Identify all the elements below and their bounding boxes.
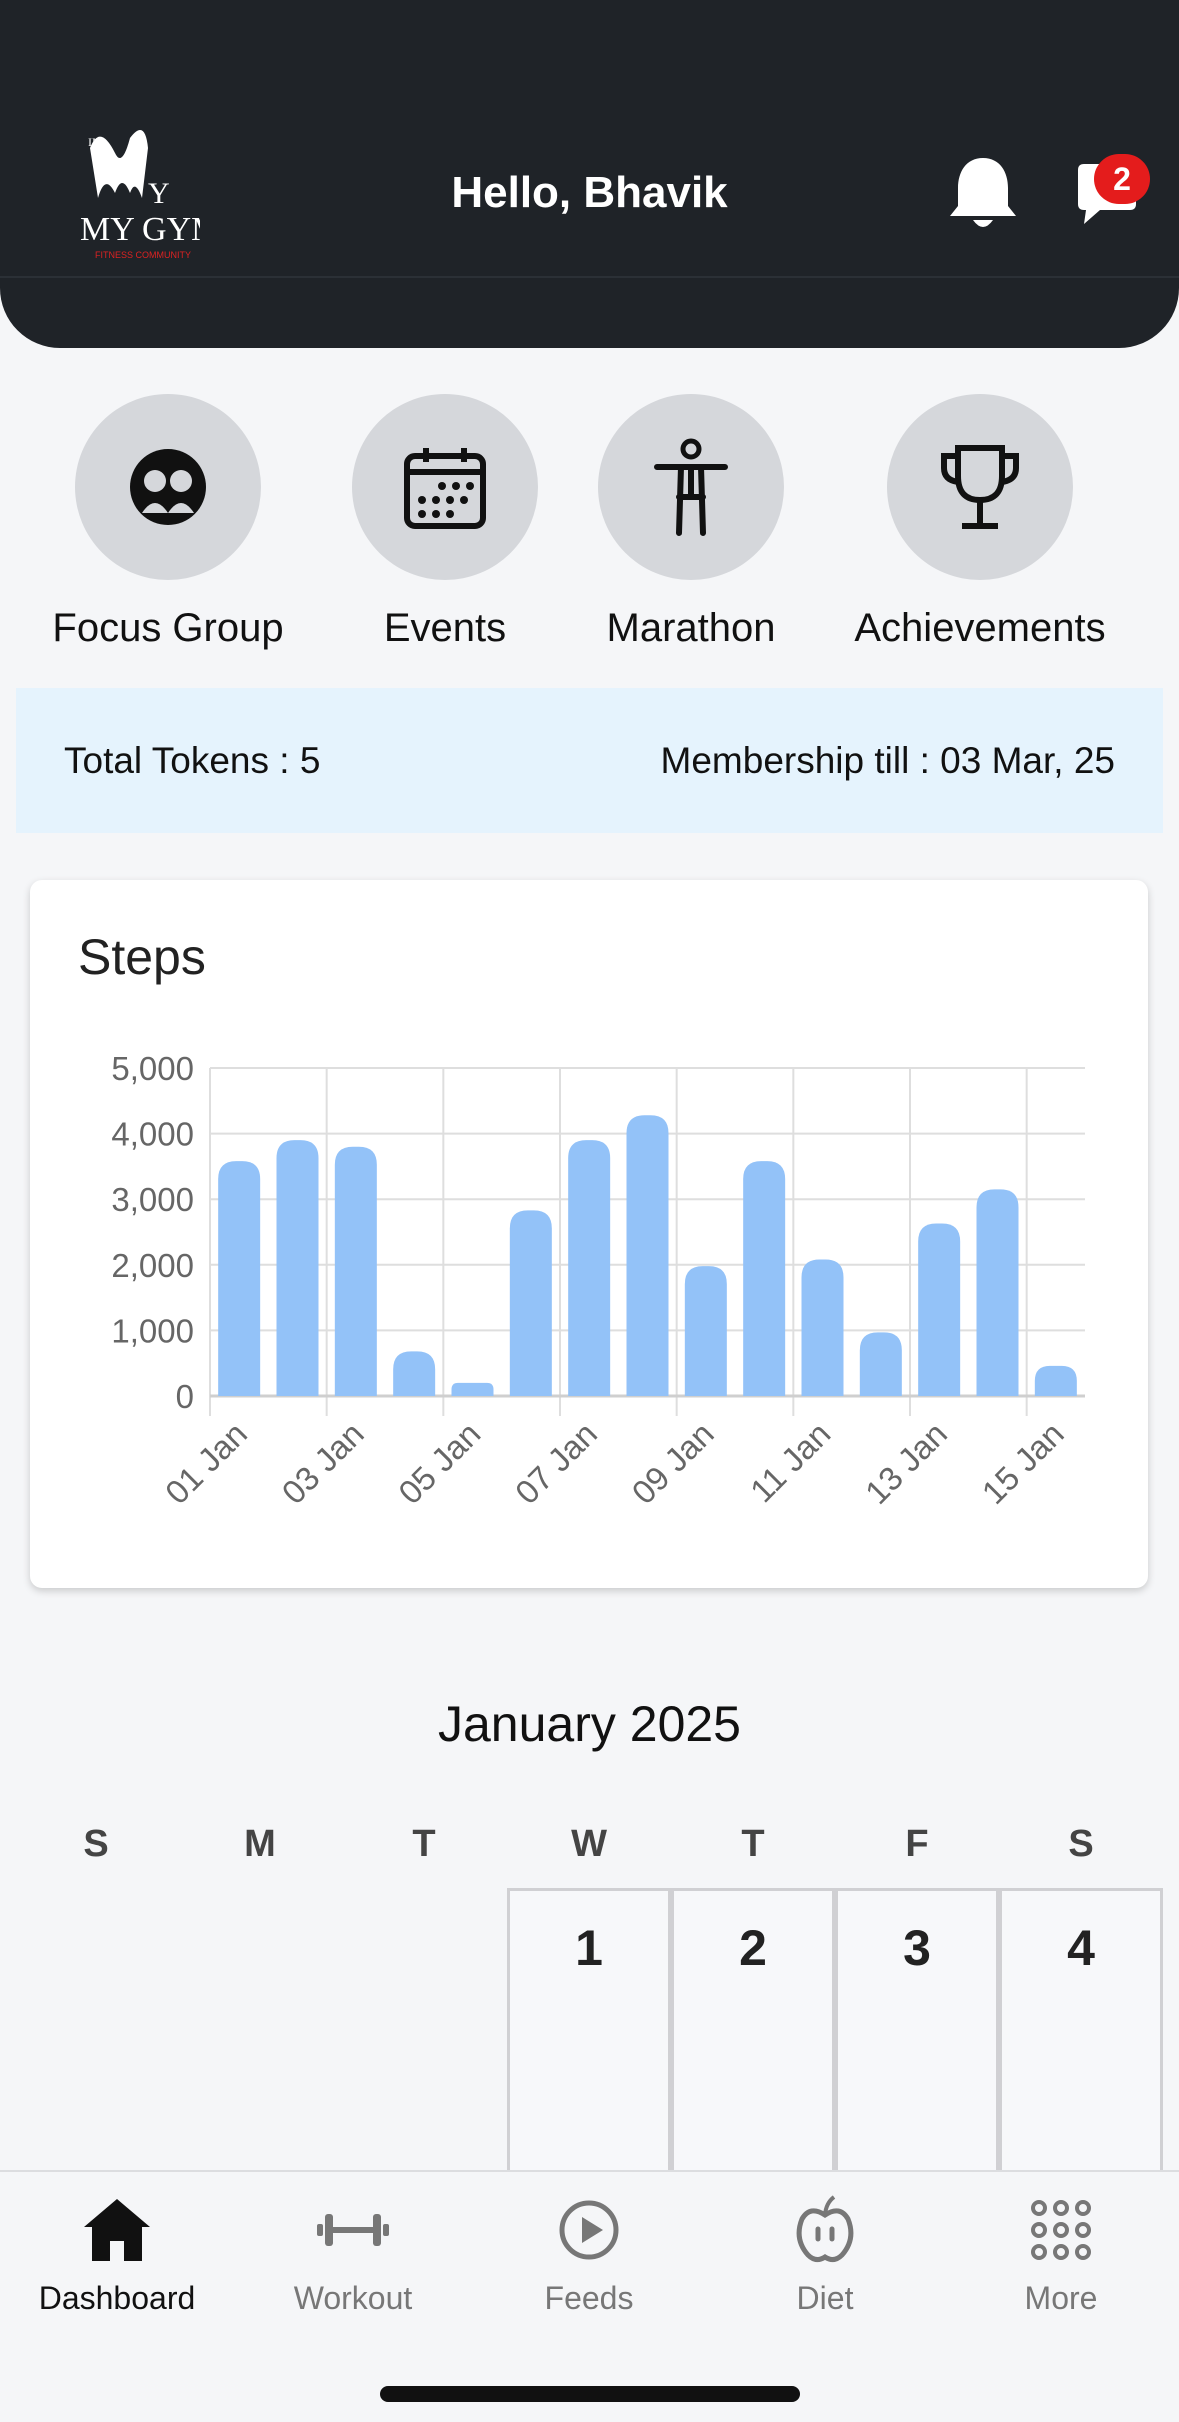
events-circle[interactable] xyxy=(352,394,538,580)
quick-action-focus-group[interactable]: Focus Group xyxy=(38,394,298,651)
x-tick-label: 13 Jan xyxy=(858,1415,954,1511)
nav-more[interactable]: More xyxy=(961,2192,1161,2317)
achievements-circle[interactable] xyxy=(887,394,1073,580)
dumbbell-icon xyxy=(317,2214,389,2246)
y-tick-label: 4,000 xyxy=(111,1116,194,1153)
calendar-month: January 2025 xyxy=(437,1696,741,1752)
x-tick-label: 15 Jan xyxy=(975,1415,1071,1511)
weekday-thursday: T xyxy=(741,1823,765,1865)
bar xyxy=(509,1210,552,1396)
bar xyxy=(743,1161,786,1396)
nav-feeds[interactable]: Feeds xyxy=(489,2192,689,2317)
nav-diet-label: Diet xyxy=(796,2280,854,2316)
weekday-sunday: S xyxy=(83,1823,109,1865)
bar xyxy=(393,1351,436,1396)
app-header: IN Y MY GYM FITNESS COMMUNITY Hello, Bha… xyxy=(0,0,1179,348)
x-tick-label: 09 Jan xyxy=(625,1415,721,1511)
weekday-saturday: S xyxy=(1068,1823,1094,1865)
play-icon xyxy=(559,2200,619,2260)
grid-icon xyxy=(1031,2200,1091,2260)
day-number: 2 xyxy=(739,1920,767,1976)
y-tick-label: 0 xyxy=(176,1378,194,1415)
chat-badge: 2 xyxy=(1094,154,1150,204)
nav-dashboard-label: Dashboard xyxy=(38,2280,196,2316)
steps-chart: 0 1,000 2,000 3,000 4,000 5,000 01 Jan 03 Jan 05… xyxy=(111,1050,1085,1511)
x-tick-label: 01 Jan xyxy=(158,1415,254,1511)
steps-card: Steps 0 1,000 2,000 3,000 4,000 5,000 01 Jan 03… xyxy=(30,880,1148,1588)
x-tick-label: 07 Jan xyxy=(508,1415,604,1511)
membership-expiry: Membership till : 03 Mar, 25 xyxy=(660,740,1115,781)
y-tick-label: 1,000 xyxy=(111,1312,194,1349)
apple-icon xyxy=(796,2195,854,2263)
calendar-day[interactable]: 1 xyxy=(507,1888,671,2172)
weekday-monday: M xyxy=(244,1823,276,1865)
svg-text:IN: IN xyxy=(88,135,101,149)
calendar-day[interactable]: 4 xyxy=(999,1888,1163,2172)
marathon-circle[interactable] xyxy=(598,394,784,580)
calendar-day[interactable]: 3 xyxy=(835,1888,999,2172)
home-icon xyxy=(84,2199,150,2261)
bar xyxy=(334,1146,377,1396)
bar xyxy=(626,1115,669,1396)
bar xyxy=(684,1266,727,1396)
achievements-label: Achievements xyxy=(854,606,1106,650)
y-tick-label: 2,000 xyxy=(111,1247,194,1284)
day-number: 3 xyxy=(903,1920,931,1976)
person-icon xyxy=(654,438,728,536)
focus-group-circle[interactable] xyxy=(75,394,261,580)
calendar-icon xyxy=(404,448,486,529)
quick-action-marathon[interactable]: Marathon xyxy=(561,394,821,651)
events-label: Events xyxy=(383,606,507,650)
bar xyxy=(918,1223,961,1396)
weekday-friday: F xyxy=(905,1823,929,1865)
header-divider xyxy=(0,276,1179,278)
bar xyxy=(451,1382,494,1396)
bar xyxy=(276,1140,319,1396)
bottom-nav: Dashboard Workout Feeds Diet More xyxy=(0,2170,1179,2422)
day-number: 1 xyxy=(575,1920,603,1976)
bar xyxy=(976,1189,1019,1396)
x-tick-label: 11 Jan xyxy=(743,1415,837,1509)
bar xyxy=(801,1259,844,1396)
total-tokens: Total Tokens : 5 xyxy=(64,740,321,781)
y-tick-label: 5,000 xyxy=(111,1050,194,1087)
nav-dashboard[interactable]: Dashboard xyxy=(17,2192,217,2317)
bar xyxy=(859,1332,902,1396)
svg-text:FITNESS COMMUNITY: FITNESS COMMUNITY xyxy=(95,250,191,260)
day-number: 4 xyxy=(1067,1920,1095,1976)
trophy-icon xyxy=(941,445,1019,529)
bar xyxy=(1034,1365,1077,1396)
y-tick-label: 3,000 xyxy=(111,1181,194,1218)
marathon-label: Marathon xyxy=(606,606,776,650)
tokens-banner: Total Tokens : 5 Membership till : 03 Ma… xyxy=(16,688,1163,833)
weekday-wednesday: W xyxy=(571,1823,607,1865)
calendar-day[interactable]: 2 xyxy=(671,1888,835,2172)
bar xyxy=(568,1140,611,1396)
nav-feeds-label: Feeds xyxy=(544,2280,634,2316)
home-indicator xyxy=(380,2386,800,2402)
nav-workout-label: Workout xyxy=(293,2280,413,2316)
x-tick-label: 03 Jan xyxy=(275,1415,371,1511)
nav-diet[interactable]: Diet xyxy=(725,2192,925,2317)
bar xyxy=(218,1161,261,1396)
nav-more-label: More xyxy=(1024,2280,1098,2316)
quick-action-achievements[interactable]: Achievements xyxy=(850,394,1110,651)
focus-group-label: Focus Group xyxy=(52,606,284,650)
nav-workout[interactable]: Workout xyxy=(253,2192,453,2317)
x-tick-label: 05 Jan xyxy=(391,1415,487,1511)
focus-group-icon xyxy=(130,449,206,525)
weekday-tuesday: T xyxy=(412,1823,436,1865)
bell-icon[interactable] xyxy=(946,154,1020,234)
quick-action-events[interactable]: Events xyxy=(315,394,575,651)
